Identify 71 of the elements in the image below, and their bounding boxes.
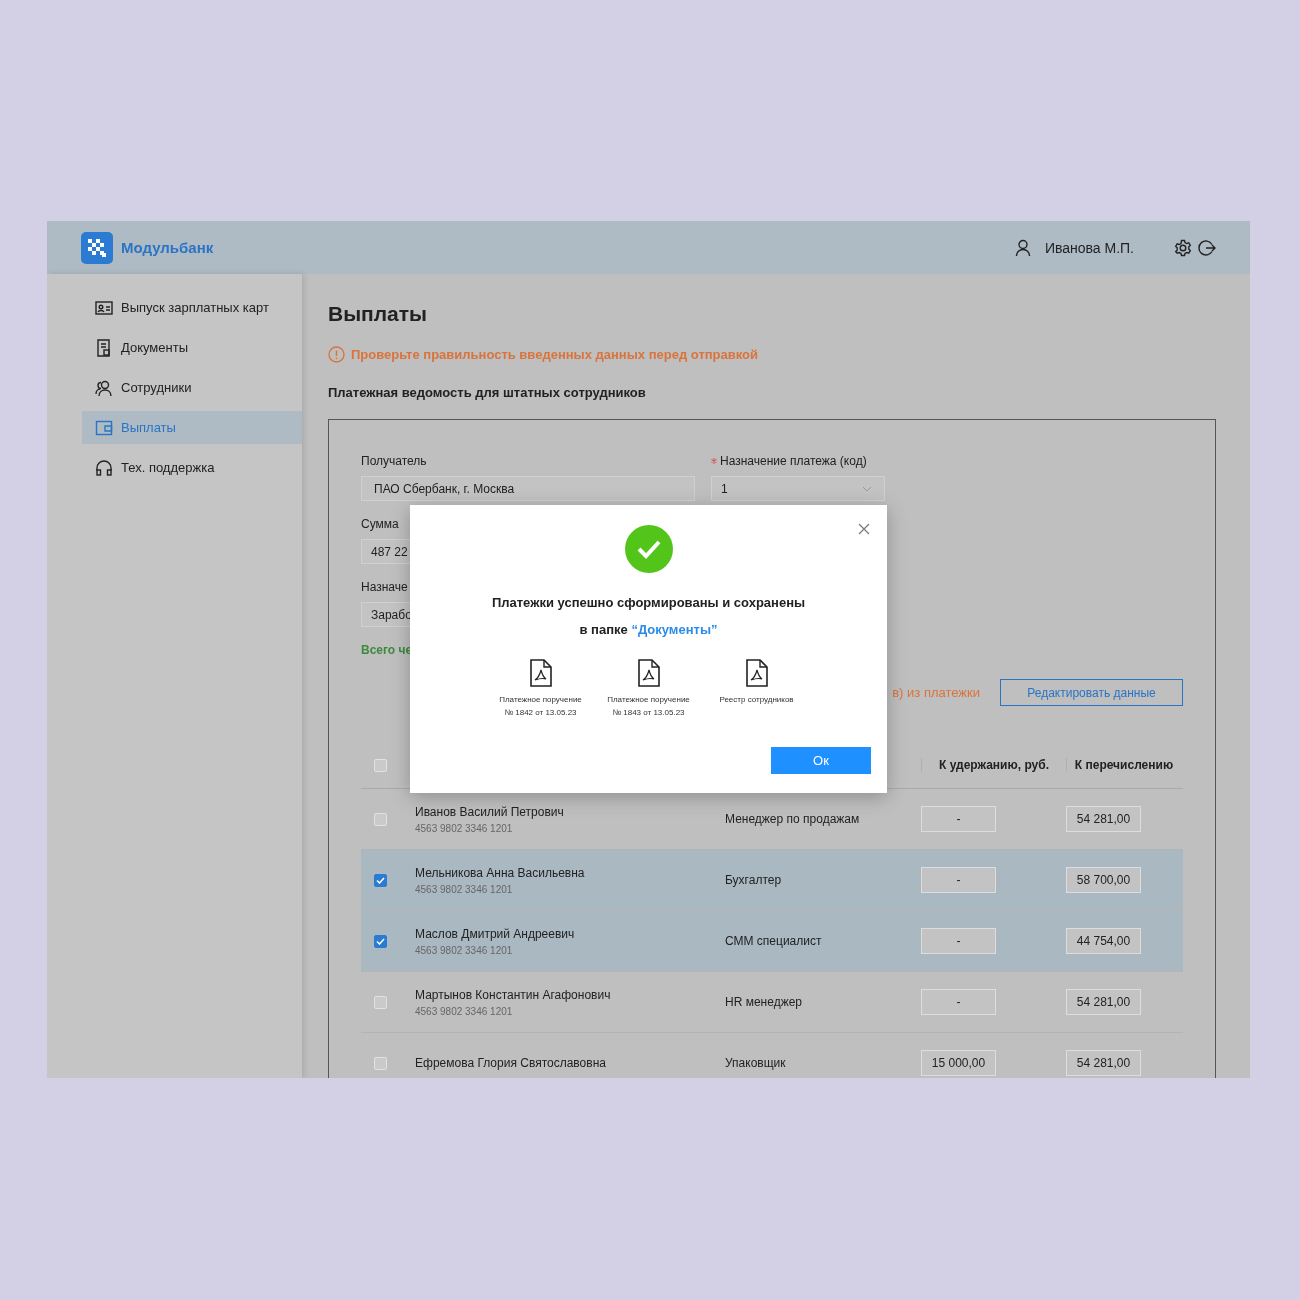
table-row[interactable]: Мартынов Константин Агафонович 4563 9802 3346 1201 HR менеджер - 54 281,00 bbox=[361, 972, 1183, 1033]
sidebar-item[interactable]: Тех. поддержка bbox=[82, 451, 302, 484]
pdf-file-icon[interactable] bbox=[745, 659, 768, 687]
transfer-field[interactable]: 44 754,00 bbox=[1066, 928, 1141, 954]
transfer-field[interactable]: 54 281,00 bbox=[1066, 1050, 1141, 1076]
settings-icon[interactable] bbox=[1174, 238, 1192, 257]
card-number: 4563 9802 3346 1201 bbox=[415, 944, 514, 956]
excluded-note: в) из платежки bbox=[892, 685, 980, 700]
column-header: К перечислению bbox=[1074, 758, 1174, 772]
recipient-field[interactable]: ПАО Сбербанк, г. Москва bbox=[361, 476, 695, 501]
dialog-title: Платежки успешно сформированы и сохранены bbox=[491, 595, 806, 610]
pdf-file-icon[interactable] bbox=[529, 659, 552, 687]
employee-name: Мартынов Константин Агафонович bbox=[415, 987, 612, 1002]
id-card-icon bbox=[95, 298, 113, 317]
check-icon bbox=[376, 937, 385, 945]
deduction-field[interactable]: - bbox=[921, 989, 996, 1015]
check-icon bbox=[376, 876, 385, 884]
position-text: Бухгалтер bbox=[725, 873, 783, 887]
table-row[interactable]: Маслов Дмитрий Андреевич 4563 9802 3346 1201 СММ специалист - 44 754,00 bbox=[361, 911, 1183, 972]
table-row[interactable]: Ефремова Глория Святославовна Упаковщик 15 000,00 54 281,00 bbox=[361, 1033, 1183, 1078]
sidebar-item[interactable]: Сотрудники bbox=[82, 371, 302, 404]
row-checkbox[interactable] bbox=[374, 934, 387, 948]
deduction-field[interactable]: 15 000,00 bbox=[921, 1050, 996, 1076]
code-select[interactable]: 1 bbox=[711, 476, 885, 501]
transfer-field[interactable]: 54 281,00 bbox=[1066, 806, 1141, 832]
headset-icon bbox=[95, 458, 113, 477]
user-name[interactable]: Иванова М.П. bbox=[1044, 239, 1134, 256]
sidebar-item[interactable]: Документы bbox=[82, 331, 302, 364]
select-all-checkbox[interactable] bbox=[374, 758, 387, 772]
logout-icon[interactable] bbox=[1198, 238, 1216, 257]
deduction-field[interactable]: - bbox=[921, 867, 996, 893]
close-icon[interactable] bbox=[858, 523, 870, 535]
sidebar-item[interactable]: Выпуск зарплатных карт bbox=[82, 291, 302, 324]
card-number: 4563 9802 3346 1201 bbox=[415, 883, 514, 895]
deduction-field[interactable]: - bbox=[921, 806, 996, 832]
card-number: 4563 9802 3346 1201 bbox=[415, 822, 514, 834]
transfer-field[interactable]: 58 700,00 bbox=[1066, 867, 1141, 893]
employee-name: Ефремова Глория Святославовна bbox=[415, 1056, 607, 1070]
people-icon bbox=[95, 378, 113, 397]
position-text: Менеджер по продажам bbox=[725, 812, 861, 826]
card-number: 4563 9802 3346 1201 bbox=[415, 1005, 514, 1017]
dialog-text: в папке “Документы” bbox=[579, 622, 718, 637]
deduction-field[interactable]: - bbox=[921, 928, 996, 954]
checker-pattern-icon bbox=[88, 238, 106, 257]
position-text: Упаковщик bbox=[725, 1056, 787, 1070]
table-row[interactable]: Мельникова Анна Васильевна 4563 9802 3346 1201 Бухгалтер - 58 700,00 bbox=[361, 850, 1183, 911]
position-text: HR менеджер bbox=[725, 995, 803, 1009]
wallet-icon bbox=[95, 418, 113, 437]
document-icon bbox=[95, 338, 113, 357]
field-label: Сумма bbox=[361, 517, 399, 531]
employee-name: Маслов Дмитрий Андреевич bbox=[415, 926, 576, 941]
page-title: Выплаты bbox=[328, 302, 429, 326]
file-caption[interactable]: Реестр сотрудников bbox=[719, 693, 794, 706]
chevron-down-icon bbox=[862, 485, 872, 492]
file-caption[interactable]: Платежное поручение № 1843 от 13.05.23 bbox=[607, 693, 690, 719]
transfer-field[interactable]: 54 281,00 bbox=[1066, 989, 1141, 1015]
employee-name: Иванов Василий Петрович bbox=[415, 804, 565, 819]
field-label: Назначе bbox=[361, 580, 408, 594]
pdf-file-icon[interactable] bbox=[637, 659, 660, 687]
user-icon[interactable] bbox=[1014, 238, 1031, 257]
warning-message: Проверьте правильность введенных данных перед отправкой bbox=[351, 347, 759, 362]
file-caption[interactable]: Платежное поручение № 1842 от 13.05.23 bbox=[499, 693, 582, 719]
column-header: К удержанию, руб. bbox=[939, 758, 1049, 772]
success-check-icon bbox=[624, 525, 673, 573]
section-heading: Платежная ведомость для штатных сотрудников bbox=[328, 385, 647, 400]
field-label: Получатель bbox=[361, 454, 427, 468]
warning-icon bbox=[328, 346, 345, 363]
row-checkbox[interactable] bbox=[374, 873, 387, 887]
employee-name: Мельникова Анна Васильевна bbox=[415, 865, 586, 880]
position-text: СММ специалист bbox=[725, 934, 823, 948]
field-label: Назначение платежа (код) bbox=[720, 454, 867, 468]
